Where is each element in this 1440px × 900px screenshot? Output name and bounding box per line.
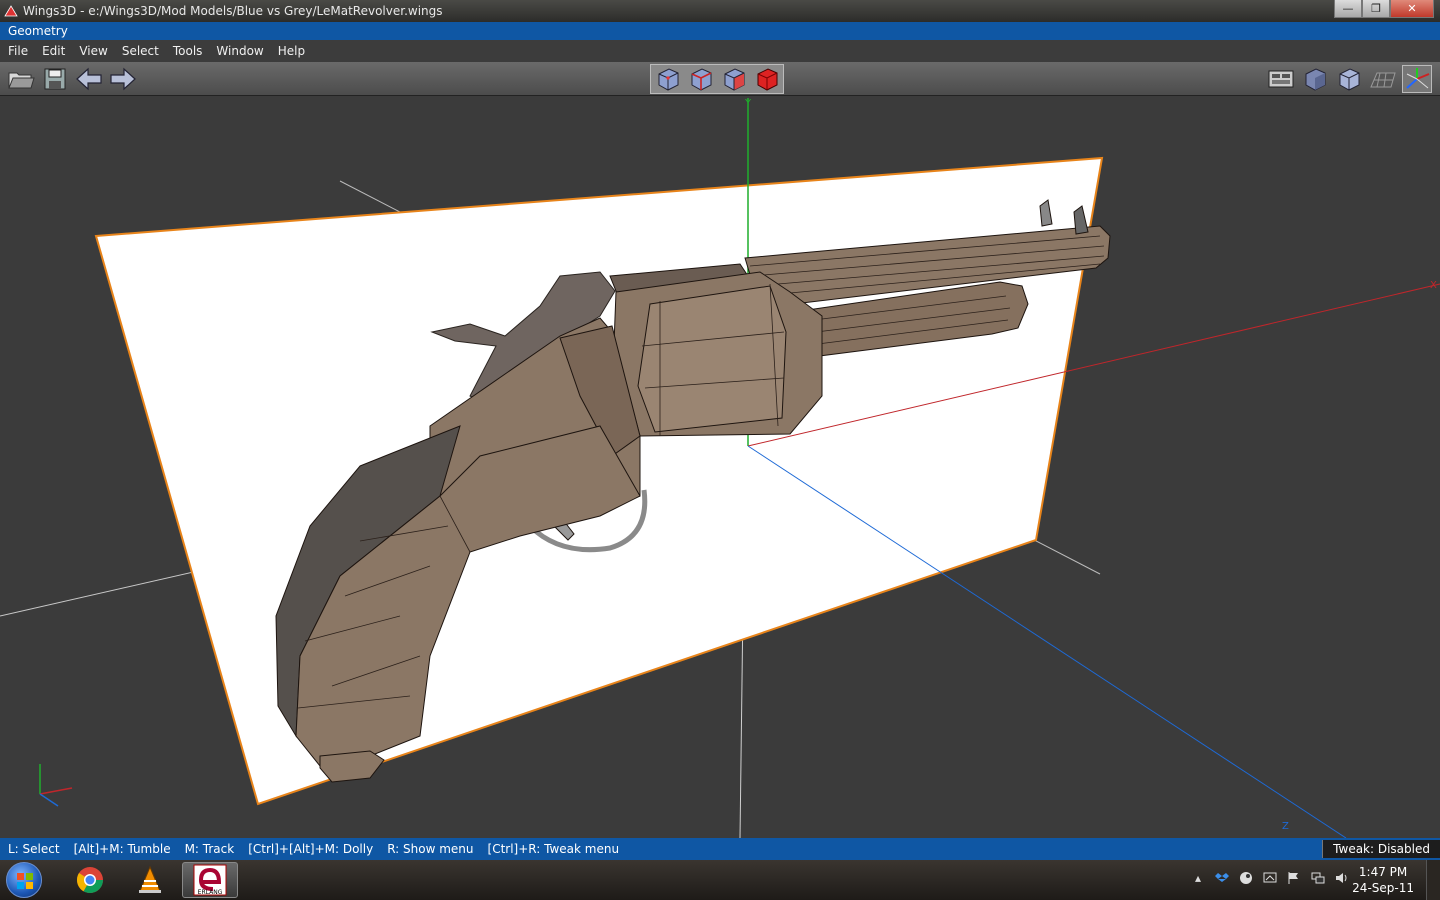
start-button[interactable] (6, 862, 42, 898)
chrome-icon (76, 867, 104, 894)
tweak-status[interactable]: Tweak: Disabled (1322, 840, 1440, 858)
dropbox-icon[interactable] (1214, 870, 1230, 886)
taskbar-clock[interactable]: 1:47 PM 24-Sep-11 (1352, 864, 1414, 896)
axes-icon[interactable] (1402, 65, 1432, 93)
menubar: File Edit View Select Tools Window Help (0, 40, 1440, 62)
save-icon[interactable] (40, 65, 70, 93)
selection-mode-group (650, 64, 784, 94)
hint-tumble: [Alt]+M: Tumble (73, 842, 171, 856)
hint-show-menu: R: Show menu (387, 842, 474, 856)
erlang-label: ERLANG (198, 889, 223, 896)
menu-tools[interactable]: Tools (169, 44, 213, 58)
vertex-mode-icon[interactable] (653, 65, 683, 93)
z-axis-label: Z (1282, 821, 1289, 832)
volume-icon[interactable] (1334, 870, 1350, 886)
hint-dolly: [Ctrl]+[Alt]+M: Dolly (248, 842, 374, 856)
chrome-taskbar-button[interactable] (62, 862, 118, 898)
menu-edit[interactable]: Edit (38, 44, 75, 58)
vlc-icon (139, 865, 161, 893)
hint-track: M: Track (184, 842, 235, 856)
windows-logo-icon (17, 873, 33, 889)
flat-shading-icon[interactable] (1334, 65, 1364, 93)
axis-gizmo (39, 764, 73, 807)
z-axis-line (747, 445, 1347, 838)
hint-select: L: Select (8, 842, 60, 856)
statusbar: L: Select [Alt]+M: Tumble M: Track [Ctrl… (0, 838, 1440, 860)
network-icon[interactable] (1310, 870, 1326, 886)
face-mode-icon[interactable] (719, 65, 749, 93)
x-axis-label: X (1430, 280, 1437, 291)
menu-window[interactable]: Window (212, 44, 273, 58)
action-center-flag-icon[interactable] (1286, 870, 1302, 886)
window-controls: — ❐ ✕ (1334, 0, 1434, 18)
steam-icon[interactable] (1238, 870, 1254, 886)
wings3d-app-icon (4, 5, 18, 17)
system-tray: ▴ (1190, 870, 1350, 886)
undo-arrow-icon[interactable] (74, 65, 104, 93)
clock-time: 1:47 PM (1358, 865, 1408, 879)
geometry-window-header: Geometry (0, 22, 1440, 40)
vlc-taskbar-button[interactable] (122, 862, 178, 898)
windows-taskbar: ERLANG ▴ 1:47 PM 24-Sep-11 (0, 860, 1440, 900)
menu-help[interactable]: Help (274, 44, 315, 58)
window-titlebar: Wings3D - e:/Wings3D/Mod Models/Blue vs … (0, 0, 1440, 22)
hint-tweak-menu: [Ctrl]+R: Tweak menu (487, 842, 620, 856)
menu-file[interactable]: File (4, 44, 38, 58)
window-title: Wings3D - e:/Wings3D/Mod Models/Blue vs … (23, 4, 443, 18)
redo-arrow-icon[interactable] (108, 65, 138, 93)
workmode-icon[interactable] (1266, 65, 1296, 93)
edge-mode-icon[interactable] (686, 65, 716, 93)
maximize-button[interactable]: ❐ (1362, 0, 1390, 18)
3d-viewport[interactable]: Y X Z (0, 96, 1440, 838)
menu-select[interactable]: Select (118, 44, 169, 58)
toolbar (0, 62, 1440, 96)
body-mode-icon[interactable] (752, 65, 782, 93)
show-hidden-icons-icon[interactable]: ▴ (1190, 870, 1206, 886)
clock-date: 24-Sep-11 (1352, 881, 1414, 895)
erlang-taskbar-button[interactable]: ERLANG (182, 862, 238, 898)
close-button[interactable]: ✕ (1390, 0, 1434, 18)
y-axis-label: Y (744, 98, 752, 109)
minimize-button[interactable]: — (1334, 0, 1362, 18)
groundplane-icon[interactable] (1368, 65, 1398, 93)
network-share-icon[interactable] (1262, 870, 1278, 886)
scene-canvas: Y X Z (0, 98, 1440, 838)
menu-view[interactable]: View (75, 44, 117, 58)
erlang-icon: ERLANG (193, 864, 227, 896)
open-folder-icon[interactable] (6, 65, 36, 93)
show-desktop-button[interactable] (1426, 860, 1440, 900)
smooth-shading-icon[interactable] (1300, 65, 1330, 93)
